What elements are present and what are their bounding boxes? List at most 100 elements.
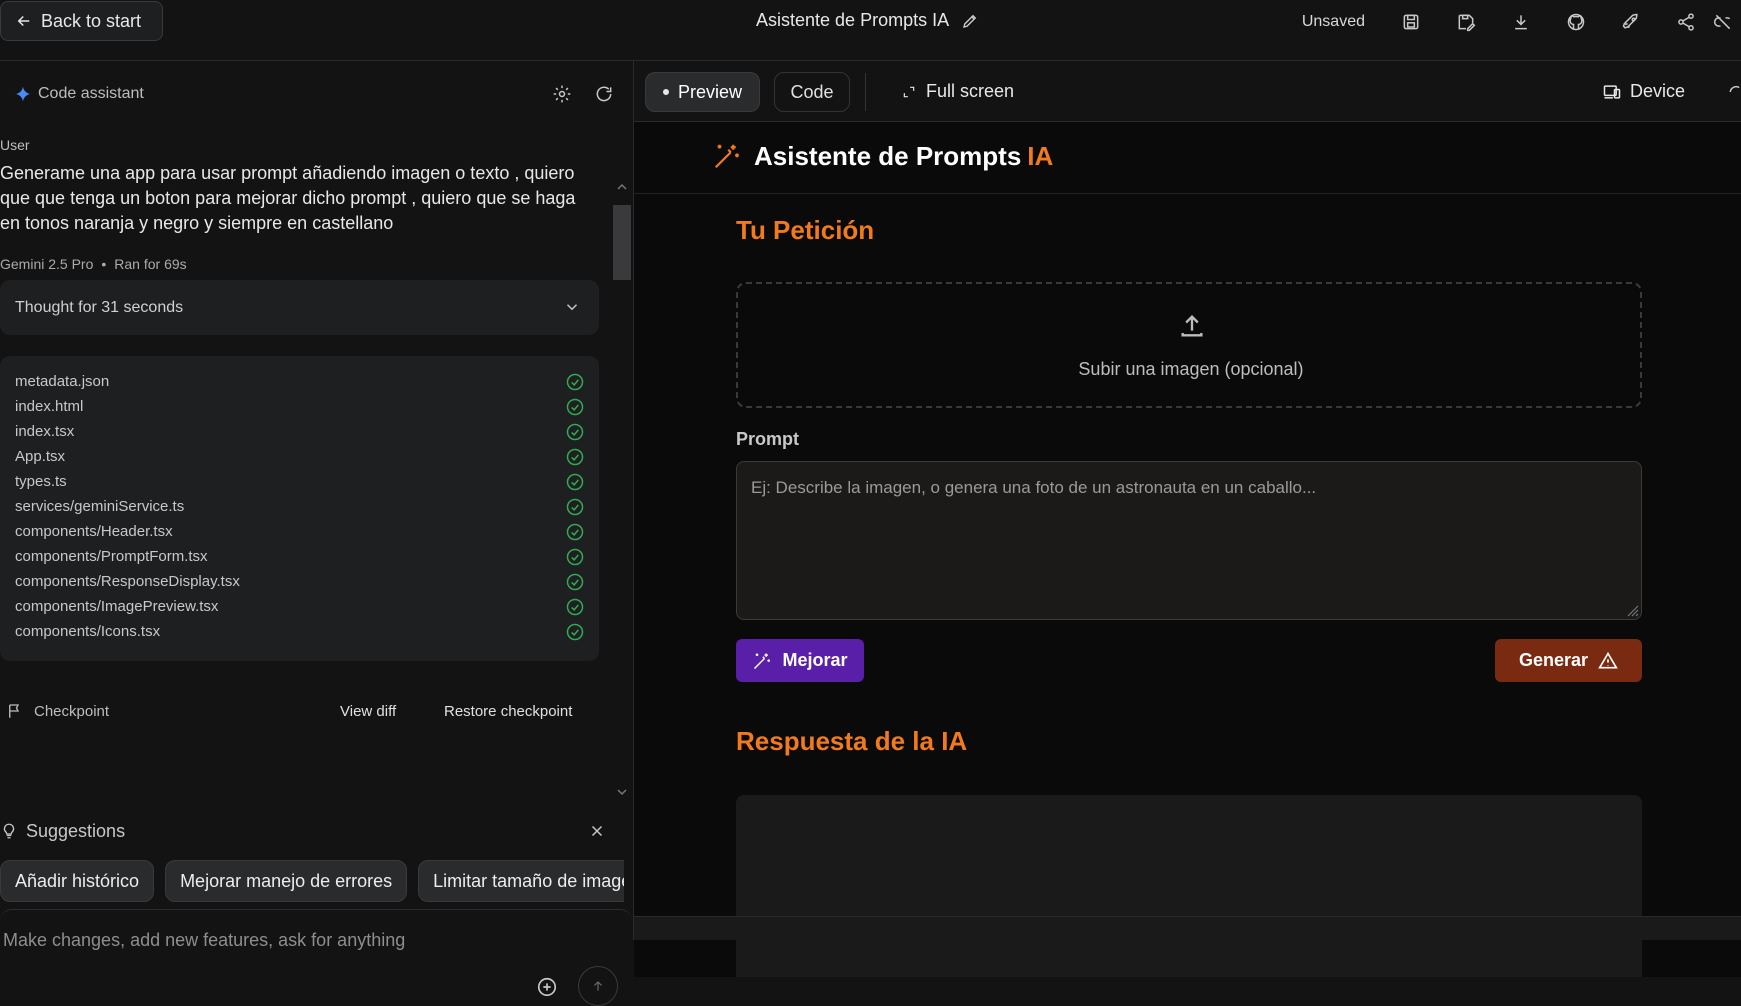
project-title[interactable]: Asistente de Prompts IA <box>756 10 979 31</box>
scroll-up-icon[interactable] <box>617 182 627 192</box>
file-row[interactable]: components/ResponseDisplay.tsx <box>15 569 585 594</box>
file-row[interactable]: services/geminiService.ts <box>15 494 585 519</box>
tab-preview-label: Preview <box>677 81 743 102</box>
app-brand: Asistente de Prompts IA <box>712 140 1053 172</box>
expand-icon <box>903 86 915 97</box>
file-row[interactable]: index.tsx <box>15 419 585 444</box>
back-to-start-button[interactable]: Back to start <box>0 1 163 41</box>
github-icon[interactable] <box>1548 0 1603 44</box>
arrow-up-icon <box>594 981 602 991</box>
file-row[interactable]: index.html <box>15 394 585 419</box>
suggestion-chip[interactable]: Limitar tamaño de imagen <box>418 860 624 902</box>
image-upload-dropzone[interactable]: Subir una imagen (opcional) <box>736 282 1642 408</box>
generate-button-label: Generar <box>1518 650 1589 670</box>
pencil-icon[interactable] <box>961 12 979 30</box>
view-diff-button[interactable]: View diff <box>340 703 396 720</box>
check-circle-icon <box>566 623 584 640</box>
prompt-placeholder: Ej: Describe la imagen, o genera una fot… <box>751 478 1317 497</box>
file-row[interactable]: App.tsx <box>15 444 585 469</box>
device-button[interactable]: Device <box>1602 81 1685 102</box>
tab-code[interactable]: Code <box>774 72 850 112</box>
app-header: Asistente de Prompts IA <box>634 122 1741 194</box>
tab-preview[interactable]: Preview <box>645 72 760 112</box>
generated-files-list: metadata.json index.html index.tsx App.tsx t… <box>0 356 599 661</box>
assistant-header: Code assistant <box>0 79 634 109</box>
suggestions-title: Suggestions <box>26 820 126 841</box>
file-row[interactable]: types.ts <box>15 469 585 494</box>
active-dot-icon <box>662 89 669 95</box>
file-name: metadata.json <box>15 373 110 390</box>
send-button[interactable] <box>578 966 618 1006</box>
user-label: User <box>0 137 30 153</box>
device-label: Device <box>1630 81 1686 101</box>
magic-wand-icon <box>714 144 739 169</box>
file-row[interactable]: components/Icons.tsx <box>15 619 585 644</box>
run-duration: Ran for 69s <box>114 256 187 272</box>
suggestion-chip[interactable]: Mejorar manejo de errores <box>165 860 408 902</box>
generate-button[interactable]: Generar <box>1495 639 1642 682</box>
check-circle-icon <box>566 548 584 565</box>
full-screen-button[interactable]: Full screen <box>902 81 1014 102</box>
check-circle-icon <box>566 373 584 390</box>
check-circle-icon <box>566 573 584 590</box>
project-title-text: Asistente de Prompts IA <box>756 10 950 30</box>
file-row[interactable]: components/ImagePreview.tsx <box>15 594 585 619</box>
file-name: components/Icons.tsx <box>15 623 161 640</box>
deploy-rocket-icon[interactable] <box>1603 0 1658 44</box>
scroll-down-icon[interactable] <box>617 787 627 797</box>
file-name: index.tsx <box>15 423 75 440</box>
file-row[interactable]: components/PromptForm.tsx <box>15 544 585 569</box>
preview-horizontal-scrollbar[interactable] <box>634 916 1741 940</box>
prompt-textarea[interactable]: Ej: Describe la imagen, o genera una fot… <box>736 461 1642 620</box>
response-display <box>736 795 1642 977</box>
assistant-title: Code assistant <box>14 85 144 103</box>
download-icon[interactable] <box>1493 0 1548 44</box>
suggestion-chip[interactable]: Añadir histórico <box>0 860 155 902</box>
improve-button[interactable]: Mejorar <box>736 639 864 682</box>
app-brand-accent: IA <box>1027 140 1054 171</box>
check-circle-icon <box>566 498 584 515</box>
restore-checkpoint-button[interactable]: Restore checkpoint <box>444 703 572 720</box>
request-section-title: Tu Petición <box>736 215 875 245</box>
flag-icon <box>9 704 20 718</box>
chat-input[interactable]: Make changes, add new features, ask for … <box>0 909 632 1006</box>
file-name: components/PromptForm.tsx <box>15 548 208 565</box>
thought-expander[interactable]: Thought for 31 seconds <box>0 280 599 335</box>
lightbulb-icon <box>3 823 15 839</box>
save-as-icon[interactable] <box>1438 0 1493 44</box>
top-actions: Unsaved <box>1302 0 1741 44</box>
unsaved-status: Unsaved <box>1301 13 1365 30</box>
sparkle-icon <box>15 86 31 102</box>
magic-wand-icon <box>754 653 771 669</box>
response-section-title: Respuesta de la IA <box>736 726 968 756</box>
check-circle-icon <box>566 523 584 540</box>
preview-panel: Preview Code Full screen Device Asistent… <box>634 61 1741 977</box>
thought-label: Thought for 31 seconds <box>15 298 184 316</box>
suggestion-chips: Añadir histórico Mejorar manejo de error… <box>0 860 624 902</box>
check-circle-icon <box>566 398 584 415</box>
model-name: Gemini 2.5 Pro <box>0 256 94 272</box>
file-row[interactable]: metadata.json <box>15 369 585 394</box>
refresh-icon[interactable] <box>594 84 614 104</box>
app-brand-text: Asistente de Prompts <box>754 140 1022 171</box>
upload-text: Subir una imagen (opcional) <box>1078 359 1304 379</box>
improve-button-label: Mejorar <box>782 650 848 670</box>
share-icon[interactable] <box>1658 0 1713 44</box>
app-preview: Asistente de Prompts IA Tu Petición Subi… <box>634 122 1741 977</box>
checkpoint-row: Checkpoint View diff Restore checkpoint <box>0 696 599 726</box>
assistant-title-text: Code assistant <box>38 85 144 102</box>
resize-handle-icon[interactable] <box>1625 603 1639 617</box>
add-circle-icon[interactable] <box>536 976 558 998</box>
link-off-icon[interactable] <box>1713 0 1741 44</box>
save-icon[interactable] <box>1383 0 1438 44</box>
devices-icon <box>1603 84 1621 99</box>
close-icon[interactable] <box>588 822 606 840</box>
chevron-down-icon <box>566 304 578 311</box>
checkpoint-label: Checkpoint <box>34 702 110 720</box>
reload-preview-icon[interactable] <box>1727 83 1741 101</box>
settings-gear-icon[interactable] <box>552 84 572 104</box>
file-row[interactable]: components/Header.tsx <box>15 519 585 544</box>
file-name: index.html <box>15 398 84 415</box>
back-to-start-label: Back to start <box>41 10 142 31</box>
chat-scrollbar-thumb[interactable] <box>613 205 631 280</box>
